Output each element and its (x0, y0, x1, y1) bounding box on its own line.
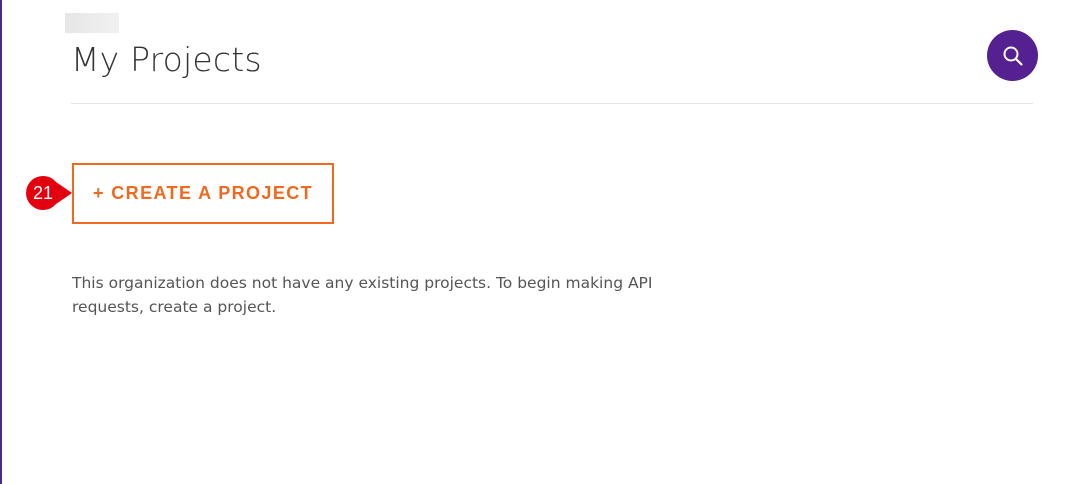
page-title: My Projects (71, 40, 262, 79)
search-button[interactable] (987, 30, 1038, 81)
breadcrumb-placeholder (65, 13, 119, 33)
page-frame: My Projects 21 + CREATE A PROJECT This o… (0, 0, 1067, 484)
step-badge-number: 21 (32, 183, 54, 203)
search-icon (1001, 44, 1025, 68)
step-badge: 21 (26, 175, 76, 211)
header-divider (71, 103, 1033, 104)
create-project-button-label: + CREATE A PROJECT (92, 183, 314, 203)
empty-state-message: This organization does not have any exis… (72, 274, 653, 316)
create-project-button[interactable]: + CREATE A PROJECT (72, 163, 334, 224)
